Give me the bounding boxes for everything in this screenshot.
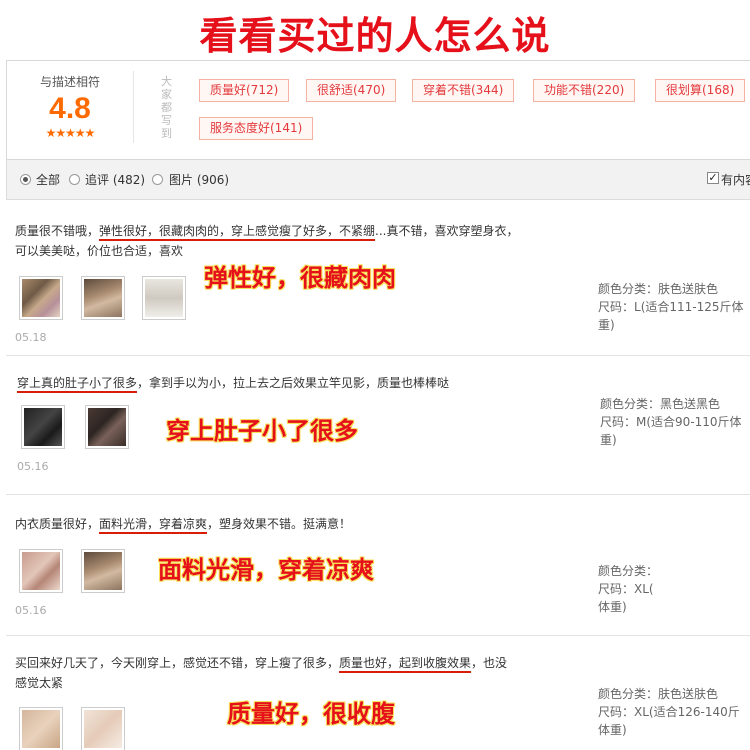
review-photo[interactable] <box>85 405 129 449</box>
size-value-cont: 重) <box>600 433 617 447</box>
filter-pictures-radio[interactable] <box>152 174 163 185</box>
review-callout: 面料光滑，穿着凉爽 <box>158 556 374 584</box>
review-text-pre: 质量很不错哦， <box>15 224 100 238</box>
size-value: M(适合90-110斤体 <box>636 415 742 429</box>
color-value: 肤色送肤色 <box>658 687 719 701</box>
review-item: 穿上真的肚子小了很多，拿到手以为小，拉上去之后效果立竿见影，质量也棒棒哒 穿上肚… <box>6 356 750 494</box>
has-content-label[interactable]: 有内容 <box>721 171 750 188</box>
size-value: XL( <box>634 582 654 596</box>
tag-comfortable[interactable]: 很舒适(470) <box>306 79 397 102</box>
review-text: 穿上真的肚子小了很多，拿到手以为小，拉上去之后效果立竿见影，质量也棒棒哒 <box>17 373 577 393</box>
filter-followup-label[interactable]: 追评 (482) <box>85 171 145 188</box>
review-sku: 颜色分类：肤色送肤色 尺码：L(适合111-125斤体 重) <box>598 280 744 334</box>
color-value: 黑色送黑色 <box>660 397 721 411</box>
review-photo[interactable] <box>142 276 186 320</box>
size-value-cont: 重) <box>598 318 615 332</box>
divider <box>133 71 134 143</box>
review-photo[interactable] <box>81 707 125 750</box>
review-text-line2: 感觉太紧 <box>15 676 64 690</box>
tag-quality[interactable]: 质量好(712) <box>199 79 290 102</box>
score-box: 与描述相符 4.8 ★★★★★ <box>7 61 133 159</box>
review-callout: 穿上肚子小了很多 <box>166 417 358 445</box>
review-photo[interactable] <box>21 405 65 449</box>
star-rating-icon: ★★★★★ <box>45 126 96 140</box>
review-photo[interactable] <box>19 707 63 750</box>
review-text: 内衣质量很好，面料光滑，穿着凉爽，塑身效果不错。挺满意！ <box>15 514 575 534</box>
review-sku: 颜色分类：肤色送肤色 尺码：XL(适合126-140斤 体重) <box>598 685 740 739</box>
review-item: 质量很不错哦，弹性很好，很藏肉肉的，穿上感觉瘦了好多，不紧绷...真不错，喜欢穿… <box>6 200 750 355</box>
review-text-post: ，拿到手以为小，拉上去之后效果立竿见影，质量也棒棒哒 <box>137 376 450 390</box>
filter-all-radio[interactable] <box>20 174 31 185</box>
review-text-post: ，塑身效果不错。挺满意！ <box>207 517 352 531</box>
review-highlight: 质量也好，起到收腹效果 <box>339 656 472 673</box>
review-text-pre: 买回来好几天了，今天刚穿上，感觉还不错，穿上瘦了很多， <box>15 656 340 670</box>
filter-followup-radio[interactable] <box>69 174 80 185</box>
score-label: 与描述相符 <box>39 75 100 89</box>
score-value: 4.8 <box>49 92 91 125</box>
banner-title: 看看买过的人怎么说 <box>199 14 551 58</box>
tag-good-value[interactable]: 很划算(168) <box>655 79 746 102</box>
review-highlight: 穿上真的肚子小了很多 <box>17 376 138 393</box>
review-sku: 颜色分类： 尺码：XL( 体重) <box>598 562 658 616</box>
review-text-post: ...真不错，喜欢穿塑身衣， <box>375 224 519 238</box>
size-label: 尺码： <box>600 415 637 429</box>
tag-function[interactable]: 功能不错(220) <box>533 79 636 102</box>
filter-all-label[interactable]: 全部 <box>36 171 60 188</box>
banner: 看看买过的人怎么说 <box>0 0 750 58</box>
review-callout: 质量好，很收腹 <box>227 700 395 728</box>
size-value-cont: 体重) <box>598 600 627 614</box>
color-value: 肤色送肤色 <box>658 282 719 296</box>
review-text-post: ，也没 <box>471 656 508 670</box>
review-date: 05.16 <box>15 604 47 617</box>
size-value: L(适合111-125斤体 <box>634 300 744 314</box>
review-date: 05.16 <box>17 460 49 473</box>
review-item: 内衣质量很好，面料光滑，穿着凉爽，塑身效果不错。挺满意！ 面料光滑，穿着凉爽 0… <box>6 495 750 635</box>
size-value-cont: 体重) <box>598 723 627 737</box>
color-label: 颜色分类： <box>598 282 659 296</box>
color-label: 颜色分类： <box>598 687 659 701</box>
review-callout: 弹性好，很藏肉肉 <box>204 264 396 292</box>
everyone-mentioned-label: 大家都写到 <box>161 75 172 140</box>
review-photo[interactable] <box>19 549 63 593</box>
size-value: XL(适合126-140斤 <box>634 705 740 719</box>
size-label: 尺码： <box>598 705 635 719</box>
filter-pictures-label[interactable]: 图片 (906) <box>169 171 229 188</box>
tag-wears-well[interactable]: 穿着不错(344) <box>412 79 515 102</box>
review-photo[interactable] <box>19 276 63 320</box>
review-item: 买回来好几天了，今天刚穿上，感觉还不错，穿上瘦了很多，质量也好，起到收腹效果，也… <box>6 636 750 750</box>
review-highlight: 面料光滑，穿着凉爽 <box>99 517 208 534</box>
review-date: 05.18 <box>15 331 47 344</box>
review-photo[interactable] <box>81 276 125 320</box>
review-highlight: 弹性很好，很藏肉肉的，穿上感觉瘦了好多，不紧绷 <box>99 224 376 241</box>
review-sku: 颜色分类：黑色送黑色 尺码：M(适合90-110斤体 重) <box>600 395 742 449</box>
color-label: 颜色分类： <box>598 564 659 578</box>
tag-service[interactable]: 服务态度好(141) <box>199 117 314 140</box>
review-text-pre: 内衣质量很好， <box>15 517 100 531</box>
review-text-line2: 可以美美哒，价位也合适，喜欢 <box>15 244 184 258</box>
review-photo[interactable] <box>81 549 125 593</box>
review-text: 质量很不错哦，弹性很好，很藏肉肉的，穿上感觉瘦了好多，不紧绷...真不错，喜欢穿… <box>15 221 575 261</box>
rating-summary: 与描述相符 4.8 ★★★★★ 大家都写到 质量好(712) 很舒适(470) … <box>6 60 750 160</box>
review-text: 买回来好几天了，今天刚穿上，感觉还不错，穿上瘦了很多，质量也好，起到收腹效果，也… <box>15 653 575 693</box>
color-label: 颜色分类： <box>600 397 661 411</box>
filter-bar: 全部 追评 (482) 图片 (906) ✓ 有内容 <box>6 160 750 200</box>
size-label: 尺码： <box>598 582 635 596</box>
has-content-checkbox[interactable]: ✓ <box>707 172 719 184</box>
size-label: 尺码： <box>598 300 635 314</box>
